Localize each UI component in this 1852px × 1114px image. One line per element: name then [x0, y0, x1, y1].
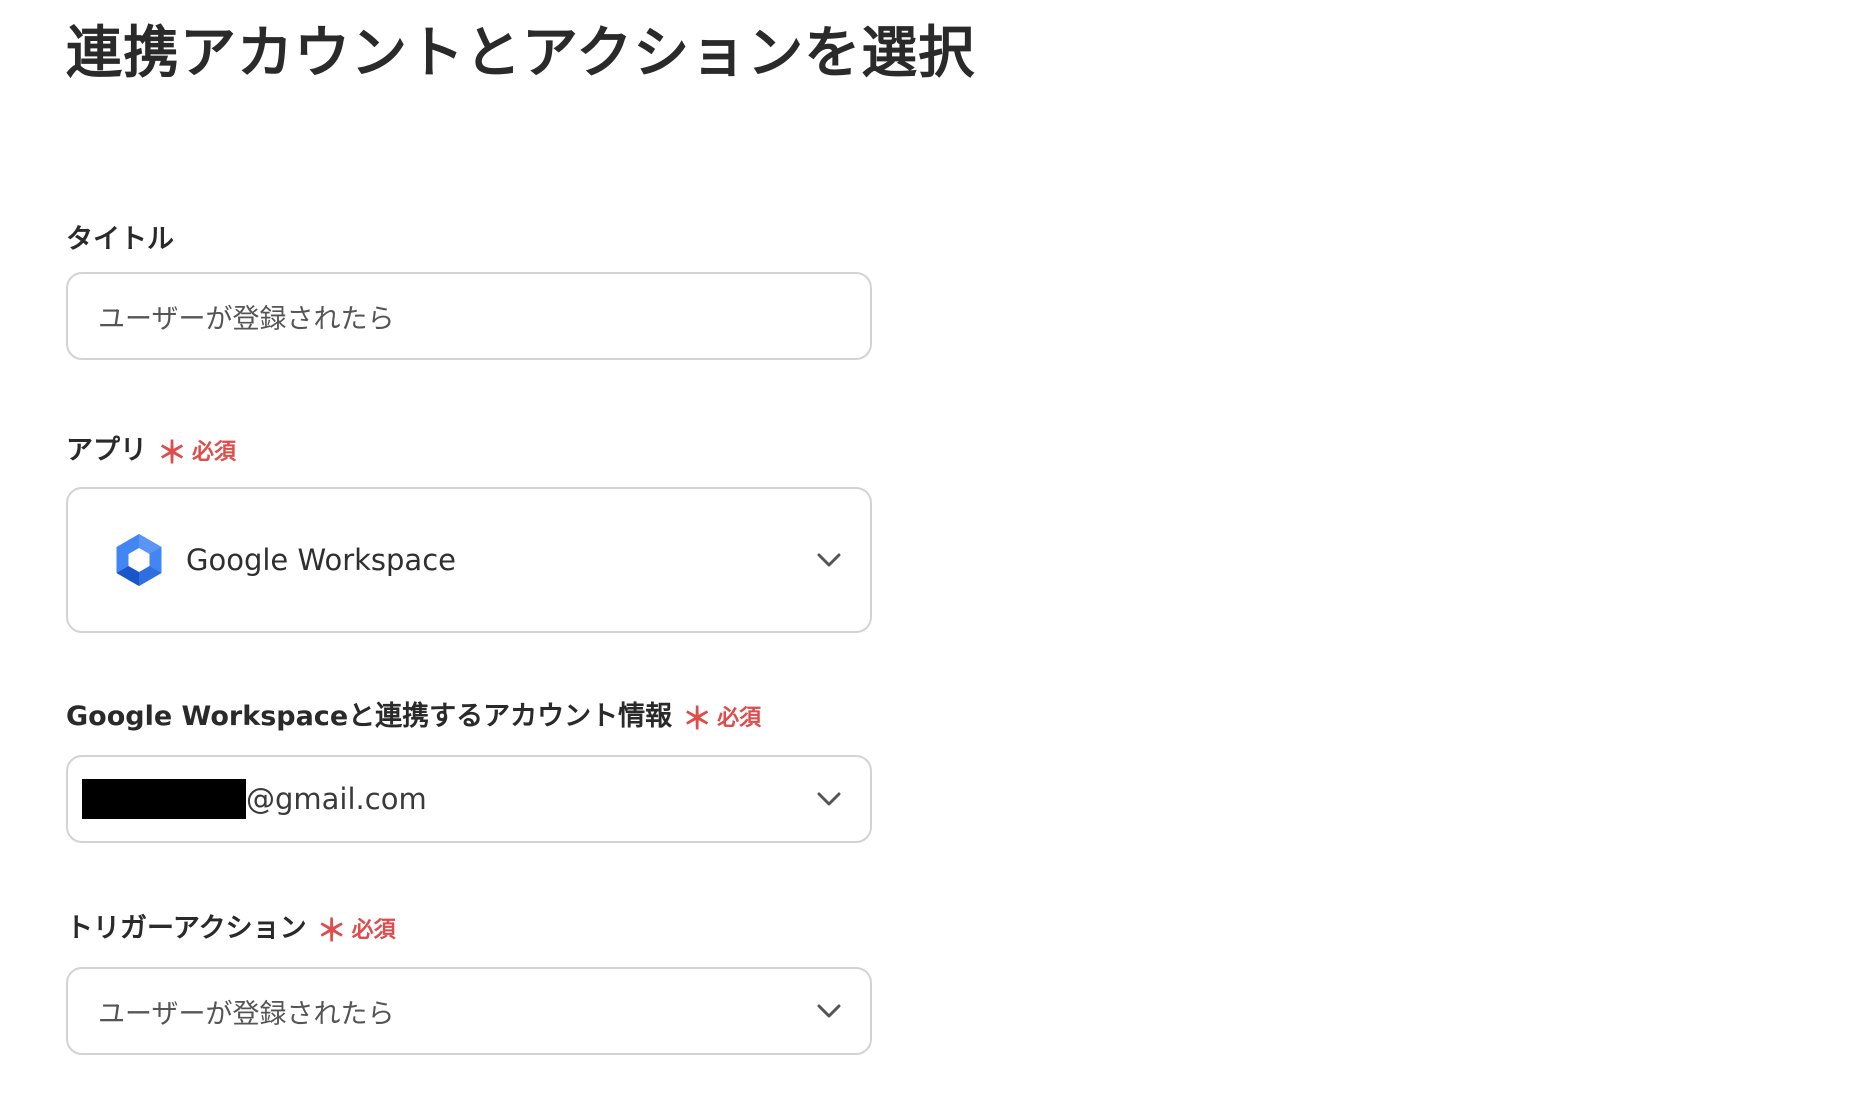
chevron-down-icon[interactable] [816, 1003, 842, 1019]
required-text: 必須 [192, 440, 237, 465]
trigger-field-label: トリガーアクション ＊ 必須 [66, 910, 872, 949]
title-input-value: ユーザーが登録されたら [98, 303, 395, 335]
required-asterisk: ＊ [316, 914, 347, 949]
app-select[interactable]: Google Workspace [66, 487, 872, 633]
required-badge: ＊ 必須 [317, 910, 396, 949]
required-badge: ＊ 必須 [682, 698, 761, 737]
required-asterisk: ＊ [682, 702, 713, 737]
app-field: アプリ ＊ 必須 Google Workspace [66, 432, 872, 633]
account-field-label: Google Workspaceと連携するアカウント情報 ＊ 必須 [66, 698, 872, 737]
app-field-label: アプリ ＊ 必須 [66, 432, 872, 471]
required-asterisk: ＊ [157, 436, 187, 471]
app-label-text: アプリ [66, 435, 147, 466]
trigger-field: トリガーアクション ＊ 必須 ユーザーが登録されたら [66, 910, 872, 1055]
title-input[interactable]: ユーザーが登録されたら [66, 272, 872, 360]
trigger-action-select[interactable]: ユーザーが登録されたら [66, 967, 872, 1055]
required-text: 必須 [351, 918, 396, 943]
chevron-down-icon[interactable] [816, 552, 842, 568]
account-label-text: Google Workspaceと連携するアカウント情報 [66, 701, 673, 732]
chevron-down-icon[interactable] [816, 791, 842, 807]
title-label-text: タイトル [66, 224, 174, 255]
selected-app-name: Google Workspace [186, 543, 456, 577]
required-badge: ＊ 必須 [157, 432, 236, 471]
redacted-email-name [82, 779, 246, 819]
title-field: タイトル ユーザーが登録されたら [66, 222, 872, 360]
trigger-action-value: ユーザーが登録されたら [98, 998, 395, 1030]
page-title: 連携アカウントとアクションを選択 [66, 21, 976, 86]
account-field: Google Workspaceと連携するアカウント情報 ＊ 必須 @gmail… [66, 698, 872, 843]
account-email-suffix: @gmail.com [246, 782, 427, 816]
required-text: 必須 [717, 706, 762, 731]
trigger-label-text: トリガーアクション [66, 913, 307, 944]
account-select[interactable]: @gmail.com [66, 755, 872, 843]
title-field-label: タイトル [66, 222, 872, 258]
google-workspace-logo-icon [116, 534, 162, 586]
